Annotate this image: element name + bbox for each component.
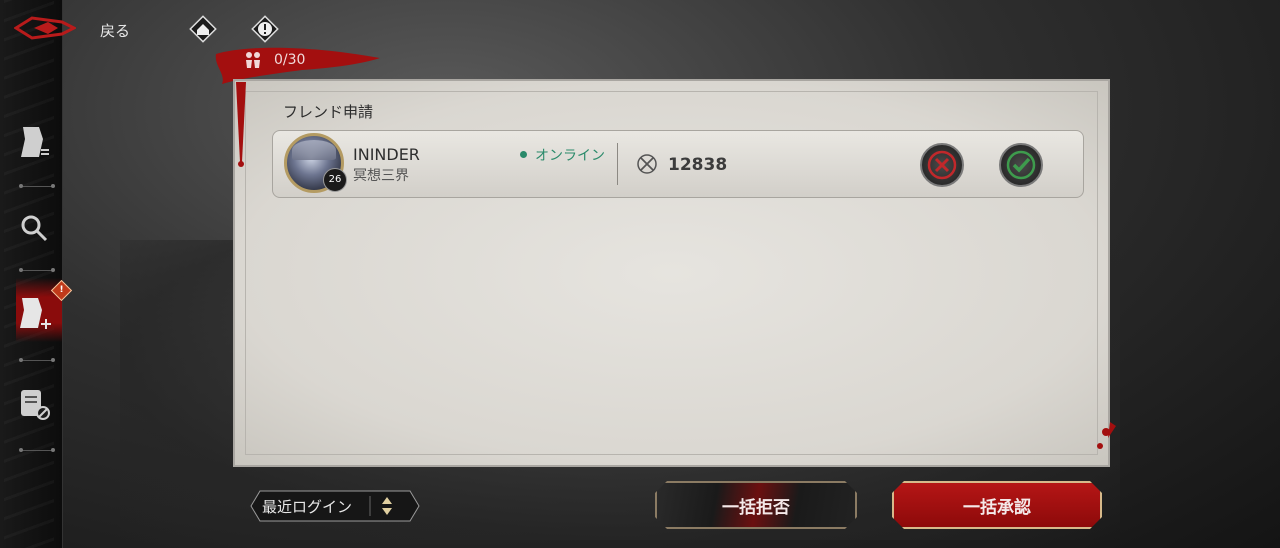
accept-icon [1006, 150, 1036, 180]
sidebar-item-requests[interactable] [14, 294, 54, 334]
info-icon[interactable] [250, 14, 280, 44]
combat-power-icon [637, 154, 657, 174]
player-guild: 冥想三界 [353, 168, 409, 184]
blood-splatter-decoration [1097, 422, 1116, 449]
sidebar-separator [19, 448, 55, 452]
logo-icon[interactable] [14, 14, 76, 42]
sidebar-pattern [4, 0, 54, 548]
search-icon [21, 215, 48, 242]
sidebar-item-search[interactable] [14, 208, 54, 248]
sort-toggle-icon[interactable] [380, 495, 394, 517]
reject-all-label: 一括拒否 [722, 497, 790, 518]
online-status-dot [520, 151, 527, 158]
player-level: 26 [323, 168, 347, 192]
row-divider [617, 143, 618, 185]
reject-request-button[interactable] [920, 143, 964, 187]
sidebar-item-blocked[interactable] [14, 384, 54, 424]
panel-title: フレンド申請 [283, 103, 374, 121]
accept-all-label: 一括承認 [963, 497, 1031, 518]
friend-request-icon [20, 298, 51, 329]
combat-power: 12838 [668, 155, 728, 175]
online-status: オンライン [535, 148, 605, 164]
reject-icon [927, 150, 957, 180]
sort-label: 最近ログイン [262, 498, 353, 516]
blood-drip-decoration [236, 82, 246, 167]
player-name: ININDER [353, 145, 420, 164]
friends-count-icon [246, 52, 260, 68]
friend-list-icon [21, 127, 49, 157]
accept-all-button[interactable]: 一括承認 [892, 481, 1102, 529]
back-label[interactable]: 戻る [100, 20, 130, 41]
friend-count: 0/30 [274, 52, 306, 68]
accept-request-button[interactable] [999, 143, 1043, 187]
sidebar-separator [19, 268, 55, 272]
sidebar [0, 0, 63, 548]
sidebar-separator [19, 358, 55, 362]
sidebar-separator [19, 184, 55, 188]
blocked-list-icon [21, 390, 50, 420]
sidebar-item-friends[interactable] [14, 122, 54, 162]
reject-all-button[interactable]: 一括拒否 [655, 481, 857, 529]
avatar-portrait [292, 140, 336, 160]
home-icon[interactable] [188, 14, 218, 44]
